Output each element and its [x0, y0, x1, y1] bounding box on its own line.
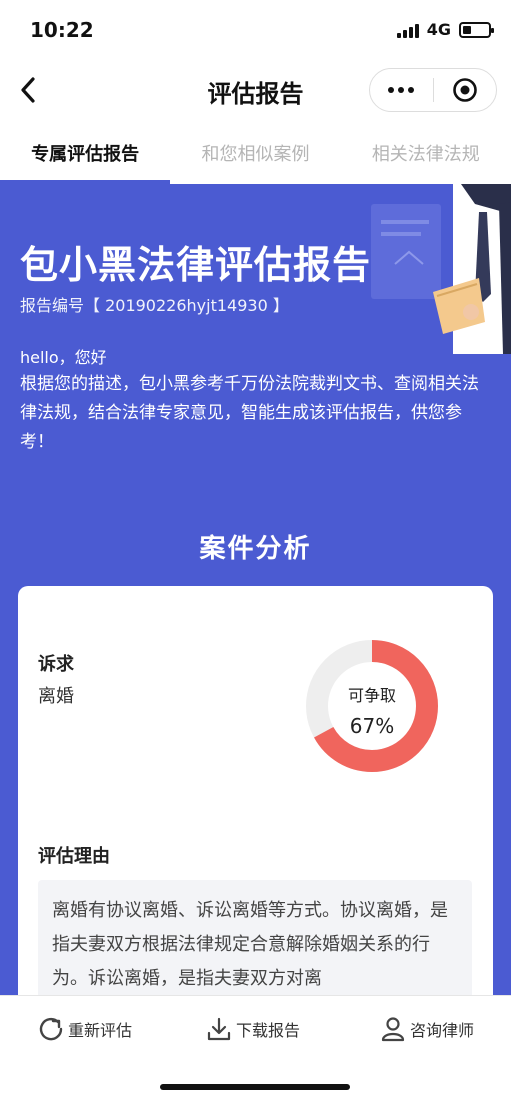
section-title-case-analysis: 案件分析 — [199, 534, 312, 564]
target-icon — [452, 78, 477, 102]
download-icon — [207, 1017, 231, 1041]
more-icon — [388, 87, 395, 93]
report-title: 包小黑法律评估报告 — [20, 243, 372, 287]
reassess-button[interactable]: 重新评估 — [38, 1016, 132, 1042]
claim-label: 诉求 — [38, 654, 74, 675]
report-number: 报告编号【 20190226hyjt14930 】 — [20, 296, 289, 315]
greeting-text: hello，您好 — [20, 348, 107, 367]
battery-icon — [459, 21, 494, 38]
bottom-action-bar: 重新评估 下载报告 咨询律师 — [0, 995, 511, 1107]
download-report-button[interactable]: 下载报告 — [206, 1016, 300, 1042]
nav-bar: 评估报告 — [0, 60, 511, 120]
case-analysis-card: 诉求 离婚 可争取 67% 评估理由 离婚有协议离婚、诉讼离婚等方式。协议离婚，… — [18, 586, 493, 1030]
tab-related-laws[interactable]: 相关法律法规 — [341, 120, 511, 184]
status-time: 10:22 — [30, 18, 94, 42]
intro-text: 根据您的描述，包小黑参考千万份法院裁判文书、查阅相关法律法规，结合法律专家意见，… — [20, 374, 479, 452]
refresh-icon — [39, 1017, 63, 1041]
gauge-label: 可争取 — [347, 686, 396, 705]
reason-label: 评估理由 — [38, 846, 110, 867]
reassess-label: 重新评估 — [68, 1021, 133, 1040]
lawyer-illustration — [371, 184, 511, 354]
mini-program-capsule — [369, 68, 497, 112]
download-label: 下载报告 — [236, 1021, 301, 1040]
status-indicators: 4G — [396, 20, 494, 39]
user-icon — [381, 1017, 405, 1042]
tab-exclusive-report[interactable]: 专属评估报告 — [0, 120, 171, 184]
gauge-value: 67% — [349, 714, 395, 738]
more-button[interactable] — [370, 87, 433, 93]
report-hero: 包小黑法律评估报告 报告编号【 20190226hyjt14930 】 hell… — [0, 184, 511, 584]
close-miniprogram-button[interactable] — [434, 77, 497, 103]
network-type: 4G — [426, 20, 451, 39]
tab-bar: 专属评估报告 和您相似案例 相关法律法规 — [0, 120, 511, 184]
signal-icon — [396, 22, 419, 38]
consult-label: 咨询律师 — [410, 1021, 475, 1040]
status-bar: 10:22 4G — [0, 0, 511, 60]
gauge-text: 可争取 67% — [304, 682, 440, 738]
consult-lawyer-button[interactable]: 咨询律师 — [380, 1016, 474, 1042]
home-indicator — [160, 1084, 350, 1090]
claim-value: 离婚 — [38, 686, 74, 707]
tab-similar-cases[interactable]: 和您相似案例 — [170, 120, 340, 184]
